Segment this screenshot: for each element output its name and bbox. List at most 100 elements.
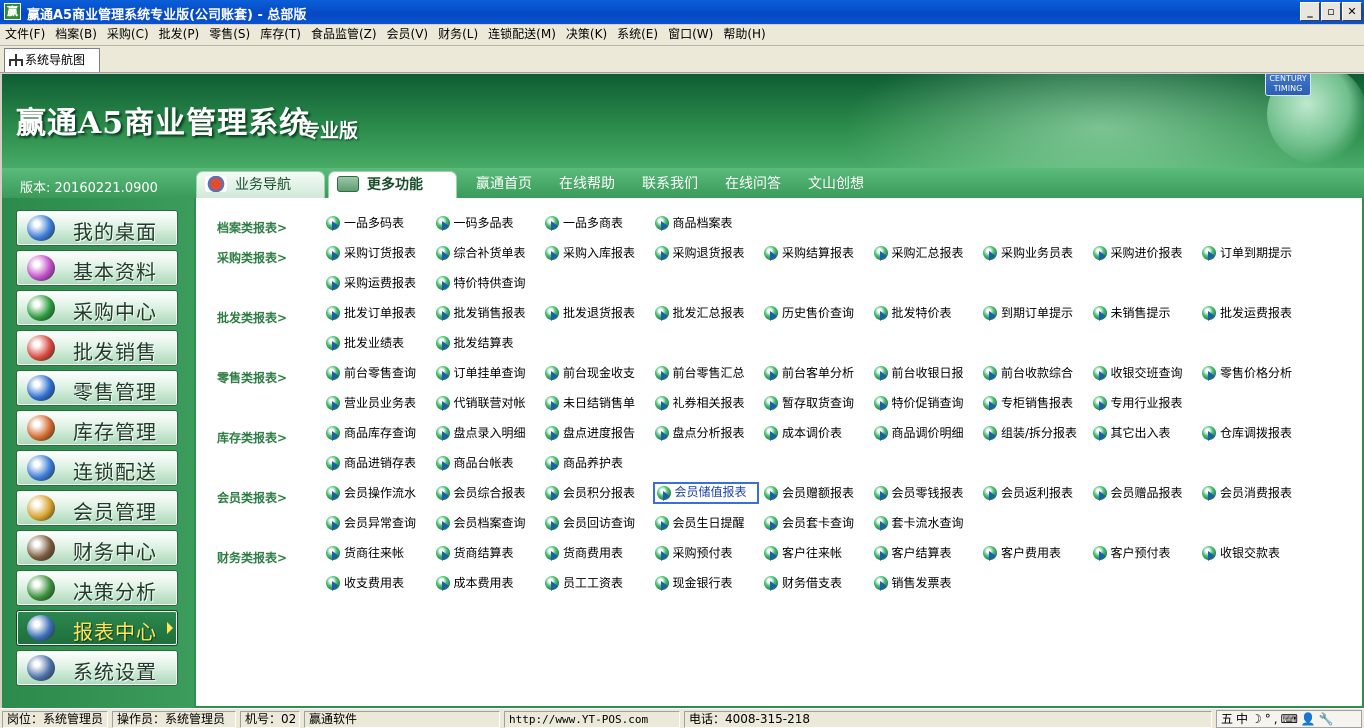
report-link[interactable]: 销售发票表 — [872, 574, 978, 594]
menu-item-6[interactable]: 食品监管(Z) — [306, 25, 382, 44]
report-link[interactable]: 批发销售报表 — [434, 304, 540, 324]
report-link[interactable]: 零售价格分析 — [1200, 364, 1306, 384]
report-link[interactable]: 员工工资表 — [543, 574, 649, 594]
report-link[interactable]: 前台现金收支 — [543, 364, 649, 384]
menu-item-9[interactable]: 连锁配送(M) — [483, 25, 561, 44]
report-link[interactable]: 批发运费报表 — [1200, 304, 1306, 324]
menu-item-4[interactable]: 零售(S) — [204, 25, 255, 44]
report-link[interactable]: 商品库存查询 — [324, 424, 430, 444]
sidebar-item-4[interactable]: 零售管理 — [16, 370, 178, 406]
report-link[interactable]: 未销售提示 — [1091, 304, 1197, 324]
report-link[interactable]: 批发汇总报表 — [653, 304, 759, 324]
report-link[interactable]: 货商费用表 — [543, 544, 649, 564]
report-link[interactable]: 采购入库报表 — [543, 244, 649, 264]
sidebar-item-2[interactable]: 采购中心 — [16, 290, 178, 326]
report-link[interactable]: 会员零钱报表 — [872, 484, 978, 504]
report-link[interactable]: 客户预付表 — [1091, 544, 1197, 564]
report-link[interactable]: 会员生日提醒 — [653, 514, 759, 534]
report-link[interactable]: 收银交款表 — [1200, 544, 1306, 564]
report-link[interactable]: 批发结算表 — [434, 334, 540, 354]
sidebar-item-10[interactable]: 报表中心 — [16, 610, 178, 646]
menu-item-2[interactable]: 采购(C) — [102, 25, 154, 44]
report-link[interactable]: 会员消费报表 — [1200, 484, 1306, 504]
report-link[interactable]: 专用行业报表 — [1091, 394, 1197, 414]
report-link[interactable]: 会员积分报表 — [543, 484, 649, 504]
report-link[interactable]: 一码多品表 — [434, 214, 540, 234]
report-link[interactable]: 收银交班查询 — [1091, 364, 1197, 384]
report-link[interactable]: 仓库调拨报表 — [1200, 424, 1306, 444]
report-link[interactable]: 会员储值报表 — [652, 482, 759, 504]
report-link[interactable]: 商品调价明细 — [872, 424, 978, 444]
report-link[interactable]: 会员操作流水 — [324, 484, 430, 504]
report-link[interactable]: 暂存取货查询 — [762, 394, 868, 414]
restore-button[interactable]: ▫ — [1321, 2, 1341, 21]
report-link[interactable]: 一品多商表 — [543, 214, 649, 234]
link-online-help[interactable]: 在线帮助 — [559, 173, 615, 193]
link-homepage[interactable]: 赢通首页 — [476, 173, 532, 193]
report-link[interactable]: 会员档案查询 — [434, 514, 540, 534]
link-wenshan[interactable]: 文山创想 — [808, 173, 864, 193]
report-link[interactable]: 一品多码表 — [324, 214, 430, 234]
report-link[interactable]: 到期订单提示 — [981, 304, 1087, 324]
menu-item-12[interactable]: 窗口(W) — [663, 25, 718, 44]
report-link[interactable]: 现金银行表 — [653, 574, 759, 594]
report-link[interactable]: 营业员业务表 — [324, 394, 430, 414]
menu-item-3[interactable]: 批发(P) — [154, 25, 205, 44]
report-link[interactable]: 采购运费报表 — [324, 274, 430, 294]
report-link[interactable]: 盘点分析报表 — [653, 424, 759, 444]
menu-item-11[interactable]: 系统(E) — [612, 25, 663, 44]
report-link[interactable]: 会员返利报表 — [981, 484, 1087, 504]
report-link[interactable]: 会员综合报表 — [434, 484, 540, 504]
report-link[interactable]: 综合补货单表 — [434, 244, 540, 264]
report-link[interactable]: 前台收银日报 — [872, 364, 978, 384]
minimize-button[interactable]: _ — [1300, 2, 1320, 21]
ime-toolbar[interactable]: 五中☽°,⌨👤🔧 — [1216, 710, 1362, 728]
report-link[interactable]: 订单挂单查询 — [434, 364, 540, 384]
menu-item-7[interactable]: 会员(V) — [382, 25, 434, 44]
tab-more-functions[interactable]: 更多功能 — [328, 171, 457, 199]
menu-item-0[interactable]: 文件(F) — [0, 25, 50, 44]
report-link[interactable]: 采购订货报表 — [324, 244, 430, 264]
menu-item-13[interactable]: 帮助(H) — [718, 25, 770, 44]
sidebar-item-8[interactable]: 财务中心 — [16, 530, 178, 566]
report-link[interactable]: 会员赠额报表 — [762, 484, 868, 504]
sidebar-item-9[interactable]: 决策分析 — [16, 570, 178, 606]
menu-item-5[interactable]: 库存(T) — [255, 25, 306, 44]
report-link[interactable]: 商品台帐表 — [434, 454, 540, 474]
sidebar-item-7[interactable]: 会员管理 — [16, 490, 178, 526]
report-link[interactable]: 货商结算表 — [434, 544, 540, 564]
tab-business-nav[interactable]: 业务导航 — [196, 171, 325, 199]
report-link[interactable]: 特价特供查询 — [434, 274, 540, 294]
report-link[interactable]: 采购退货报表 — [653, 244, 759, 264]
report-link[interactable]: 会员回访查询 — [543, 514, 649, 534]
report-link[interactable]: 订单到期提示 — [1200, 244, 1306, 264]
menu-item-1[interactable]: 档案(B) — [50, 25, 102, 44]
report-link[interactable]: 客户费用表 — [981, 544, 1087, 564]
report-link[interactable]: 前台收款综合 — [981, 364, 1087, 384]
report-link[interactable]: 商品养护表 — [543, 454, 649, 474]
report-link[interactable]: 未日结销售单 — [543, 394, 649, 414]
report-link[interactable]: 批发业绩表 — [324, 334, 430, 354]
report-link[interactable]: 其它出入表 — [1091, 424, 1197, 444]
report-link[interactable]: 成本费用表 — [434, 574, 540, 594]
menu-item-10[interactable]: 决策(K) — [561, 25, 612, 44]
report-link[interactable]: 采购预付表 — [653, 544, 759, 564]
link-contact-us[interactable]: 联系我们 — [642, 173, 698, 193]
report-link[interactable]: 专柜销售报表 — [981, 394, 1087, 414]
link-online-qa[interactable]: 在线问答 — [725, 173, 781, 193]
report-link[interactable]: 套卡流水查询 — [872, 514, 978, 534]
report-link[interactable]: 客户往来帐 — [762, 544, 868, 564]
report-link[interactable]: 礼券相关报表 — [653, 394, 759, 414]
report-link[interactable]: 成本调价表 — [762, 424, 868, 444]
report-link[interactable]: 批发特价表 — [872, 304, 978, 324]
report-link[interactable]: 采购进价报表 — [1091, 244, 1197, 264]
report-link[interactable]: 货商往来帐 — [324, 544, 430, 564]
report-link[interactable]: 批发退货报表 — [543, 304, 649, 324]
report-link[interactable]: 前台零售汇总 — [653, 364, 759, 384]
report-link[interactable]: 前台客单分析 — [762, 364, 868, 384]
tab-system-nav[interactable]: 系统导航图 — [4, 48, 100, 72]
report-link[interactable]: 收支费用表 — [324, 574, 430, 594]
report-link[interactable]: 商品档案表 — [653, 214, 759, 234]
report-link[interactable]: 会员套卡查询 — [762, 514, 868, 534]
report-link[interactable]: 代销联营对帐 — [434, 394, 540, 414]
